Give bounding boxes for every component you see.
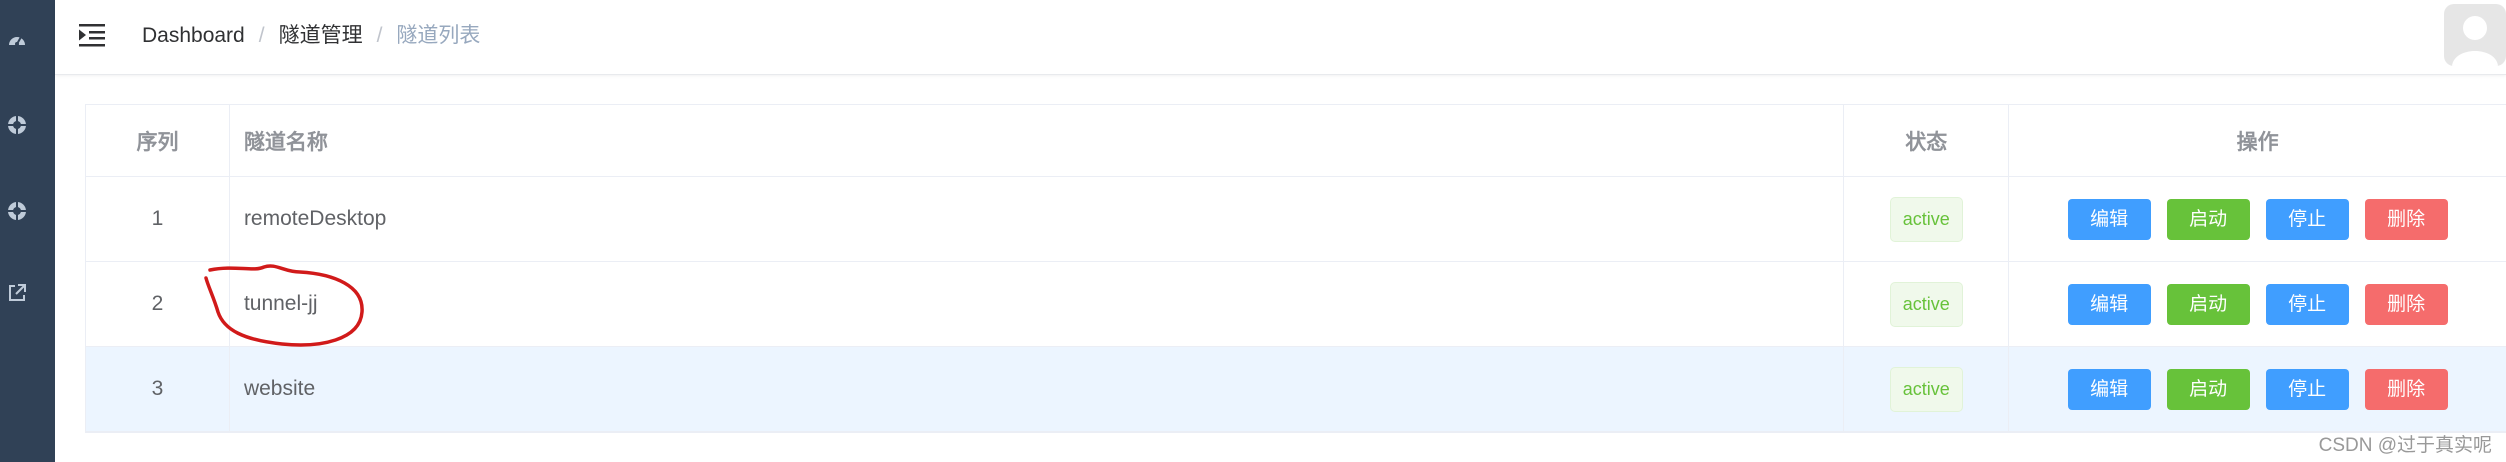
delete-button[interactable]: 删除 — [2364, 368, 2448, 410]
column-header-actions: 操作 — [2236, 130, 2279, 154]
edit-button[interactable]: 编辑 — [2067, 283, 2151, 325]
table-row: 3 website active 编辑 启动 停止 删除 — [86, 347, 2506, 432]
tunnel-name: tunnel-jj — [230, 262, 1845, 346]
avatar[interactable] — [2444, 4, 2506, 66]
stop-button[interactable]: 停止 — [2265, 198, 2349, 240]
edit-button[interactable]: 编辑 — [2067, 198, 2151, 240]
table-row: 1 remoteDesktop active 编辑 启动 停止 删除 — [86, 177, 2506, 262]
start-button[interactable]: 启动 — [2166, 368, 2250, 410]
tunnel-list-icon[interactable] — [6, 200, 28, 222]
status-badge: active — [1889, 366, 1963, 412]
breadcrumb-tunnel-management[interactable]: 隧道管理 — [279, 20, 363, 52]
external-link-icon[interactable] — [6, 282, 28, 304]
tunnel-table: 序列 隧道名称 状态 操作 1 remoteDesktop active 编辑 … — [85, 104, 2506, 433]
stop-button[interactable]: 停止 — [2265, 283, 2349, 325]
column-header-index: 序列 — [86, 105, 230, 176]
breadcrumb-separator: / — [376, 24, 383, 47]
delete-button[interactable]: 删除 — [2364, 198, 2448, 240]
start-button[interactable]: 启动 — [2166, 198, 2250, 240]
sidebar — [0, 0, 55, 462]
actions-cell: 编辑 启动 停止 删除 — [2009, 177, 2506, 261]
status-cell: active — [1844, 177, 2010, 261]
actions-cell: 编辑 启动 停止 删除 — [2009, 262, 2506, 346]
breadcrumb: Dashboard / 隧道管理 / 隧道列表 — [142, 20, 480, 52]
row-index: 3 — [86, 347, 230, 431]
tunnel-name: website — [230, 347, 1845, 431]
hamburger-menu-icon[interactable] — [79, 23, 105, 47]
status-badge: active — [1889, 196, 1963, 242]
navbar: Dashboard / 隧道管理 / 隧道列表 — [55, 0, 2506, 75]
column-header-name: 隧道名称 — [230, 105, 1845, 176]
column-header-status: 状态 — [1844, 105, 2010, 176]
actions-cell: 编辑 启动 停止 删除 — [2009, 347, 2506, 431]
table-row: 2 tunnel-jj active 编辑 启动 停止 删除 — [86, 262, 2506, 347]
status-badge: active — [1889, 281, 1963, 327]
tunnel-icon[interactable] — [6, 114, 28, 136]
watermark: CSDN @过于真实呢 — [2318, 435, 2492, 456]
status-cell: active — [1844, 347, 2010, 431]
tunnel-name: remoteDesktop — [230, 177, 1845, 261]
table-header-row: 序列 隧道名称 状态 操作 — [86, 105, 2506, 177]
edit-button[interactable]: 编辑 — [2067, 368, 2151, 410]
breadcrumb-tunnel-list: 隧道列表 — [396, 24, 481, 47]
stop-button[interactable]: 停止 — [2265, 368, 2349, 410]
delete-button[interactable]: 删除 — [2364, 283, 2448, 325]
breadcrumb-dashboard[interactable]: Dashboard — [142, 20, 245, 52]
dashboard-icon[interactable] — [6, 28, 28, 50]
start-button[interactable]: 启动 — [2166, 283, 2250, 325]
status-cell: active — [1844, 262, 2010, 346]
breadcrumb-separator: / — [258, 24, 265, 47]
row-index: 1 — [86, 177, 230, 261]
row-index: 2 — [86, 262, 230, 346]
